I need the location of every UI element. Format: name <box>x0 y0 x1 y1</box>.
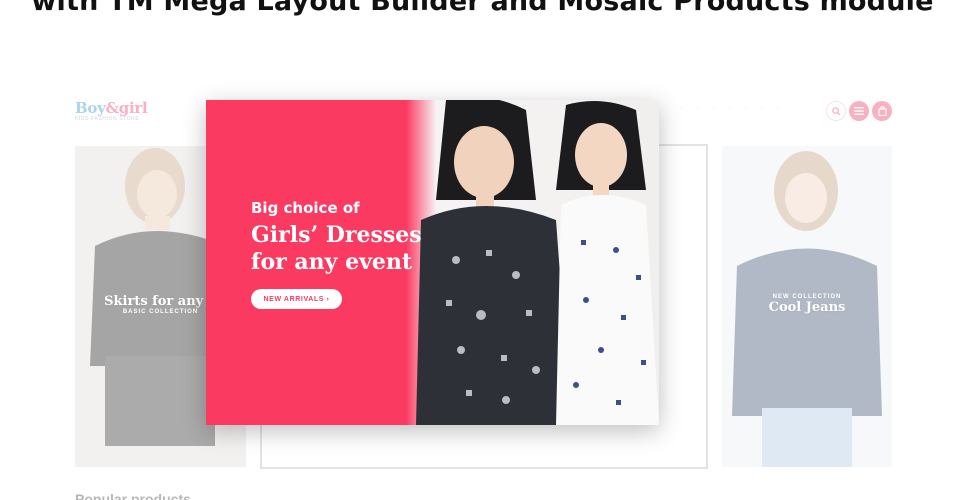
promo-banner[interactable]: Big choice of Girls’ Dresses for any eve… <box>206 100 659 425</box>
logo-text-girl: girl <box>118 99 148 117</box>
category-card-jeans[interactable]: NEW COLLECTION Cool Jeans <box>722 146 892 467</box>
menu-icon[interactable] <box>849 101 869 121</box>
search-icon[interactable] <box>826 101 846 121</box>
cart-icon[interactable] <box>872 101 892 121</box>
header-nav: · · · · · · · <box>680 106 778 112</box>
banner-line-2: Girls’ Dresses <box>251 222 422 248</box>
banner-line-3: for any event <box>251 249 413 275</box>
banner-line-1: Big choice of <box>251 199 360 217</box>
two-girls-dresses-image <box>416 100 659 425</box>
popular-products-heading: Popular products <box>75 491 191 500</box>
banner-copy: Big choice of Girls’ Dresses for any eve… <box>251 199 422 276</box>
banner-photo <box>406 100 659 425</box>
card-title: Cool Jeans <box>768 300 846 315</box>
new-arrivals-button[interactable]: NEW ARRIVALS › <box>251 289 342 309</box>
logo-ampersand: & <box>105 99 120 117</box>
logo-tagline: KIDS FASHION STORE <box>75 116 140 122</box>
logo-text-boy: Boy <box>75 99 106 117</box>
store-logo[interactable]: Boy&girl KIDS FASHION STORE <box>75 99 148 122</box>
